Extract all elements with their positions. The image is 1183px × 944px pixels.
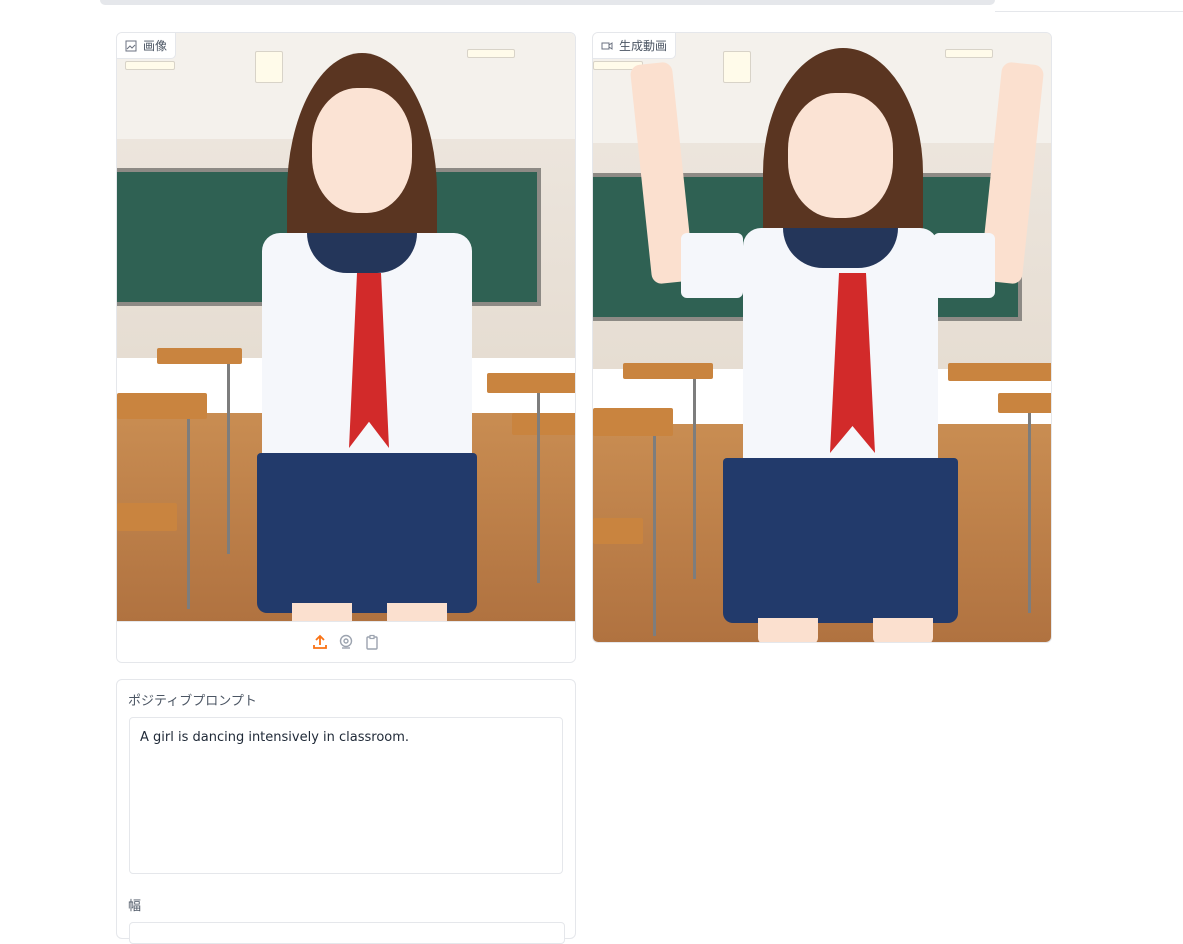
webcam-button[interactable] <box>338 634 354 650</box>
divider <box>995 11 1183 12</box>
video-panel-label: 生成動画 <box>593 33 677 59</box>
image-source-toolbar <box>117 621 575 662</box>
image-input-panel[interactable]: 画像 <box>116 32 576 663</box>
generated-video-panel[interactable]: 生成動画 <box>592 32 1052 643</box>
width-label: 幅 <box>128 899 142 914</box>
upload-button[interactable] <box>312 634 328 650</box>
video-icon <box>601 41 613 50</box>
image-panel-label-text: 画像 <box>143 39 168 53</box>
clipboard-button[interactable] <box>364 634 380 650</box>
positive-prompt-textarea[interactable]: A girl is dancing intensively in classro… <box>129 717 563 874</box>
browser-top-bar <box>100 0 995 5</box>
video-panel-label-text: 生成動画 <box>619 39 668 53</box>
image-icon <box>125 40 137 51</box>
positive-prompt-label: ポジティブプロンプト <box>128 694 257 709</box>
prompt-form: ポジティブプロンプト A girl is dancing intensively… <box>116 679 576 944</box>
input-image <box>117 33 575 633</box>
width-input[interactable] <box>129 922 565 944</box>
generated-video[interactable] <box>593 33 1051 642</box>
image-panel-label: 画像 <box>117 33 177 59</box>
clipboard-icon <box>366 634 378 650</box>
webcam-icon <box>339 634 353 649</box>
upload-icon <box>313 634 327 649</box>
